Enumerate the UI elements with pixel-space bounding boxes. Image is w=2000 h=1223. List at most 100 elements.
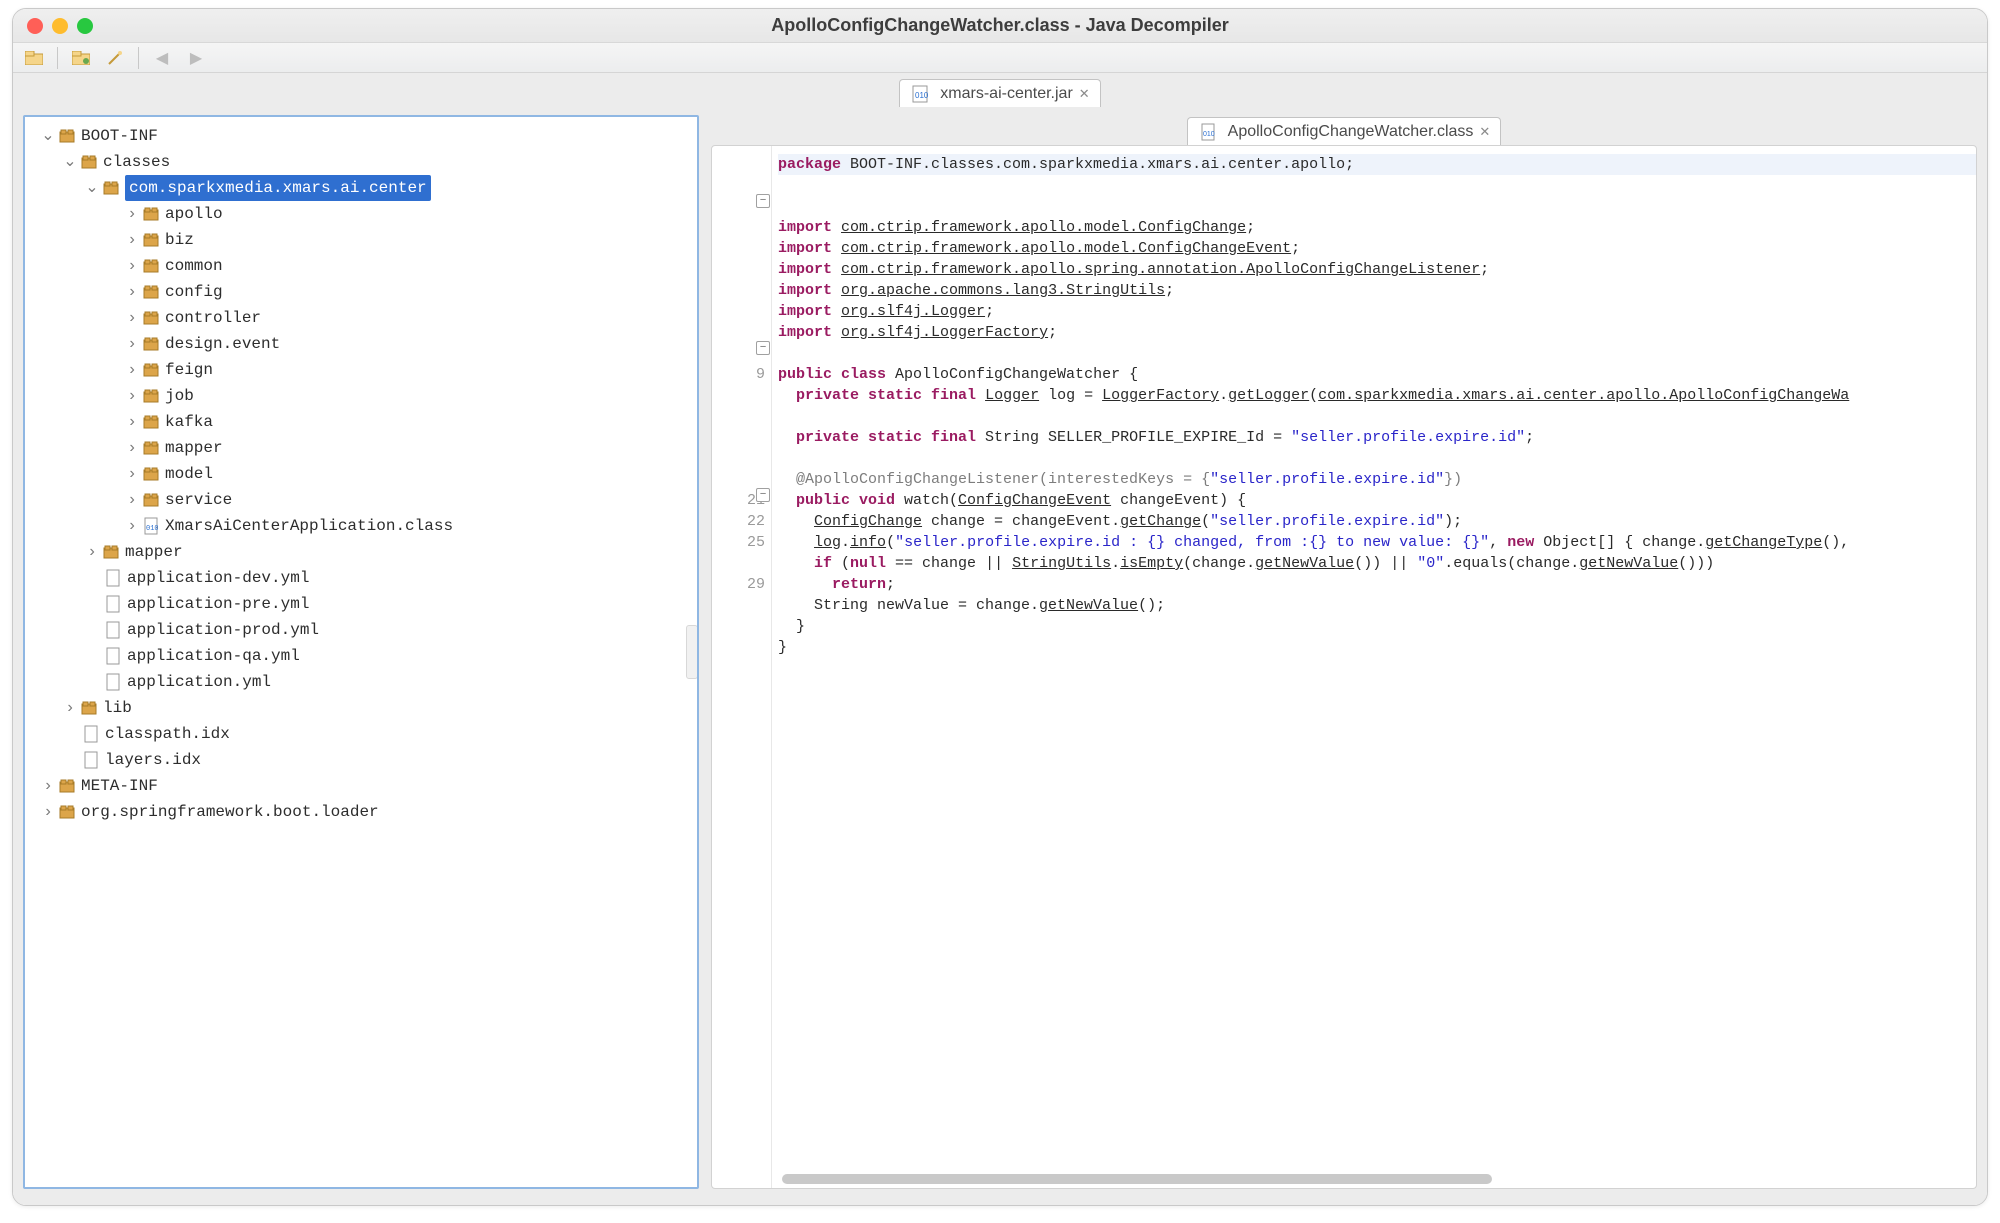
close-icon[interactable]: ✕ bbox=[1079, 86, 1090, 102]
close-icon[interactable]: ✕ bbox=[1479, 124, 1490, 140]
package-icon bbox=[141, 334, 161, 354]
tree-node-meta-inf[interactable]: ›META-INF bbox=[31, 773, 691, 799]
code-text: import bbox=[778, 282, 832, 299]
open-file-icon[interactable] bbox=[23, 47, 45, 69]
tree-node-mapper2[interactable]: ›mapper bbox=[31, 539, 691, 565]
open-folder-icon[interactable] bbox=[70, 47, 92, 69]
tree-node-boot-inf[interactable]: ⌄BOOT-INF bbox=[31, 123, 691, 149]
code-text bbox=[778, 513, 814, 530]
tree-label: BOOT-INF bbox=[81, 123, 158, 149]
code-text: import bbox=[778, 261, 832, 278]
tree-node-classes[interactable]: ⌄classes bbox=[31, 149, 691, 175]
code-text: ; bbox=[1480, 261, 1489, 278]
code-text: private static final bbox=[778, 429, 976, 446]
tree-node-yml[interactable]: application-pre.yml bbox=[31, 591, 691, 617]
package-icon bbox=[57, 126, 77, 146]
file-icon bbox=[81, 750, 101, 770]
tree-node-file[interactable]: classpath.idx bbox=[31, 721, 691, 747]
fold-toggle-icon[interactable]: − bbox=[756, 341, 770, 355]
code-text: . bbox=[841, 534, 850, 551]
tree-node-pkg[interactable]: ›design.event bbox=[31, 331, 691, 357]
wand-icon[interactable] bbox=[104, 47, 126, 69]
tree-label: application.yml bbox=[127, 669, 271, 695]
file-icon bbox=[103, 568, 123, 588]
code-text bbox=[778, 534, 814, 551]
fold-toggle-icon[interactable]: − bbox=[756, 194, 770, 208]
horizontal-scrollbar[interactable] bbox=[782, 1174, 1966, 1184]
forward-icon[interactable]: ▶ bbox=[185, 47, 207, 69]
tree-node-pkg[interactable]: ›kafka bbox=[31, 409, 691, 435]
class-file-icon: 010 bbox=[141, 516, 161, 536]
code-text bbox=[832, 219, 841, 236]
code-text: ApolloConfigChangeWatcher { bbox=[886, 366, 1138, 383]
tree-node-lib[interactable]: ›lib bbox=[31, 695, 691, 721]
tree-node-pkg[interactable]: ›service bbox=[31, 487, 691, 513]
code-text: getChange bbox=[1120, 513, 1201, 530]
editor-container: − − 9 − 21 22 25 29 package bbox=[711, 145, 1977, 1189]
back-icon[interactable]: ◀ bbox=[151, 47, 173, 69]
jar-tab-label: xmars-ai-center.jar bbox=[940, 85, 1072, 103]
editor-tab[interactable]: 010 ApolloConfigChangeWatcher.class ✕ bbox=[1187, 117, 1502, 145]
package-icon bbox=[141, 204, 161, 224]
code-text: new bbox=[1507, 534, 1534, 551]
tree-node-pkg[interactable]: ›model bbox=[31, 461, 691, 487]
tree-label: META-INF bbox=[81, 773, 158, 799]
code-text: BOOT-INF.classes.com.sparkxmedia.xmars.a… bbox=[841, 156, 1354, 173]
tree-node-class-file[interactable]: ›010XmarsAiCenterApplication.class bbox=[31, 513, 691, 539]
code-text: ConfigChange bbox=[814, 513, 922, 530]
tree-node-pkg[interactable]: ›job bbox=[31, 383, 691, 409]
tree-label: kafka bbox=[165, 409, 213, 435]
code-text: Logger bbox=[985, 387, 1039, 404]
tree-node-pkg[interactable]: ›common bbox=[31, 253, 691, 279]
tree-node-pkg[interactable]: ›biz bbox=[31, 227, 691, 253]
titlebar: ApolloConfigChangeWatcher.class - Java D… bbox=[13, 9, 1987, 43]
code-text: .equals(change. bbox=[1444, 555, 1579, 572]
tree-node-pkg[interactable]: ›config bbox=[31, 279, 691, 305]
workspace: 010 xmars-ai-center.jar ✕ ⌄BOOT-INF ⌄cla… bbox=[13, 73, 1987, 1205]
tree-node-pkg[interactable]: ›mapper bbox=[31, 435, 691, 461]
class-file-icon: 010 bbox=[1198, 122, 1218, 142]
code-text: org.apache.commons.lang3.StringUtils bbox=[841, 282, 1165, 299]
package-icon bbox=[141, 438, 161, 458]
code-text: org.slf4j.Logger bbox=[841, 303, 985, 320]
code-text: com.ctrip.framework.apollo.model.ConfigC… bbox=[841, 219, 1246, 236]
code-text: "0" bbox=[1417, 555, 1444, 572]
tree-node-pkg[interactable]: ›controller bbox=[31, 305, 691, 331]
tree-node-selected-pkg[interactable]: ⌄com.sparkxmedia.xmars.ai.center bbox=[31, 175, 691, 201]
line-number: 22 bbox=[712, 511, 765, 532]
tree-node-springboot[interactable]: ›org.springframework.boot.loader bbox=[31, 799, 691, 825]
package-explorer[interactable]: ⌄BOOT-INF ⌄classes ⌄com.sparkxmedia.xmar… bbox=[23, 115, 699, 1189]
code-text: changeEvent) { bbox=[1111, 492, 1246, 509]
tree-node-yml[interactable]: application-qa.yml bbox=[31, 643, 691, 669]
code-text: ConfigChangeEvent bbox=[958, 492, 1111, 509]
sash-handle[interactable] bbox=[686, 625, 698, 679]
code-text: . bbox=[1111, 555, 1120, 572]
jar-tab[interactable]: 010 xmars-ai-center.jar ✕ bbox=[899, 79, 1100, 107]
code-text: ; bbox=[1525, 429, 1534, 446]
toolbar-divider bbox=[57, 47, 58, 69]
svg-text:010: 010 bbox=[915, 91, 928, 100]
tree-label: application-prod.yml bbox=[127, 617, 319, 643]
code-text: } bbox=[778, 618, 805, 635]
tree-node-yml[interactable]: application-dev.yml bbox=[31, 565, 691, 591]
tree-node-yml[interactable]: application-prod.yml bbox=[31, 617, 691, 643]
code-editor[interactable]: package BOOT-INF.classes.com.sparkxmedia… bbox=[772, 146, 1976, 1188]
tree-label: common bbox=[165, 253, 223, 279]
code-text: ; bbox=[1246, 219, 1255, 236]
tree-node-yml[interactable]: application.yml bbox=[31, 669, 691, 695]
package-icon bbox=[141, 412, 161, 432]
editor-tab-label: ApolloConfigChangeWatcher.class bbox=[1228, 123, 1474, 141]
tree-node-pkg[interactable]: ›feign bbox=[31, 357, 691, 383]
fold-toggle-icon[interactable]: − bbox=[756, 488, 770, 502]
file-icon bbox=[103, 646, 123, 666]
code-text: log bbox=[814, 534, 841, 551]
code-text: ; bbox=[886, 576, 895, 593]
scrollbar-thumb[interactable] bbox=[782, 1174, 1492, 1184]
tree-node-file[interactable]: layers.idx bbox=[31, 747, 691, 773]
window-title: ApolloConfigChangeWatcher.class - Java D… bbox=[13, 15, 1987, 36]
code-text: ); bbox=[1444, 513, 1462, 530]
code-text: ; bbox=[985, 303, 994, 320]
tree-node-pkg[interactable]: ›apollo bbox=[31, 201, 691, 227]
code-text: (), bbox=[1822, 534, 1849, 551]
code-text: com.ctrip.framework.apollo.spring.annota… bbox=[841, 261, 1480, 278]
